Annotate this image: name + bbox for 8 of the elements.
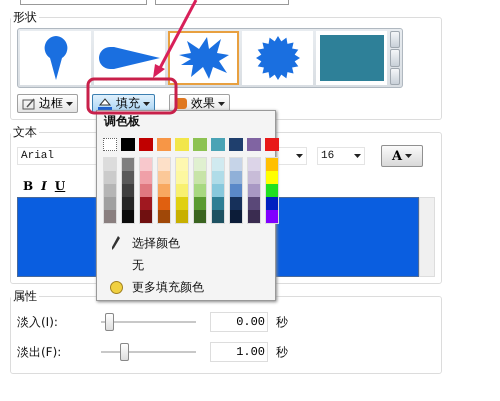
menu-title: 调色板 [102, 113, 141, 130]
section-title: 形状 [12, 9, 38, 26]
unit-label: 秒 [276, 314, 288, 330]
section-title: 文本 [12, 124, 38, 141]
unit-label: 秒 [276, 344, 288, 360]
section-title: 属性 [12, 288, 38, 305]
field-label: 淡入(I): [17, 314, 59, 330]
field-label: 淡出(F): [17, 344, 62, 360]
